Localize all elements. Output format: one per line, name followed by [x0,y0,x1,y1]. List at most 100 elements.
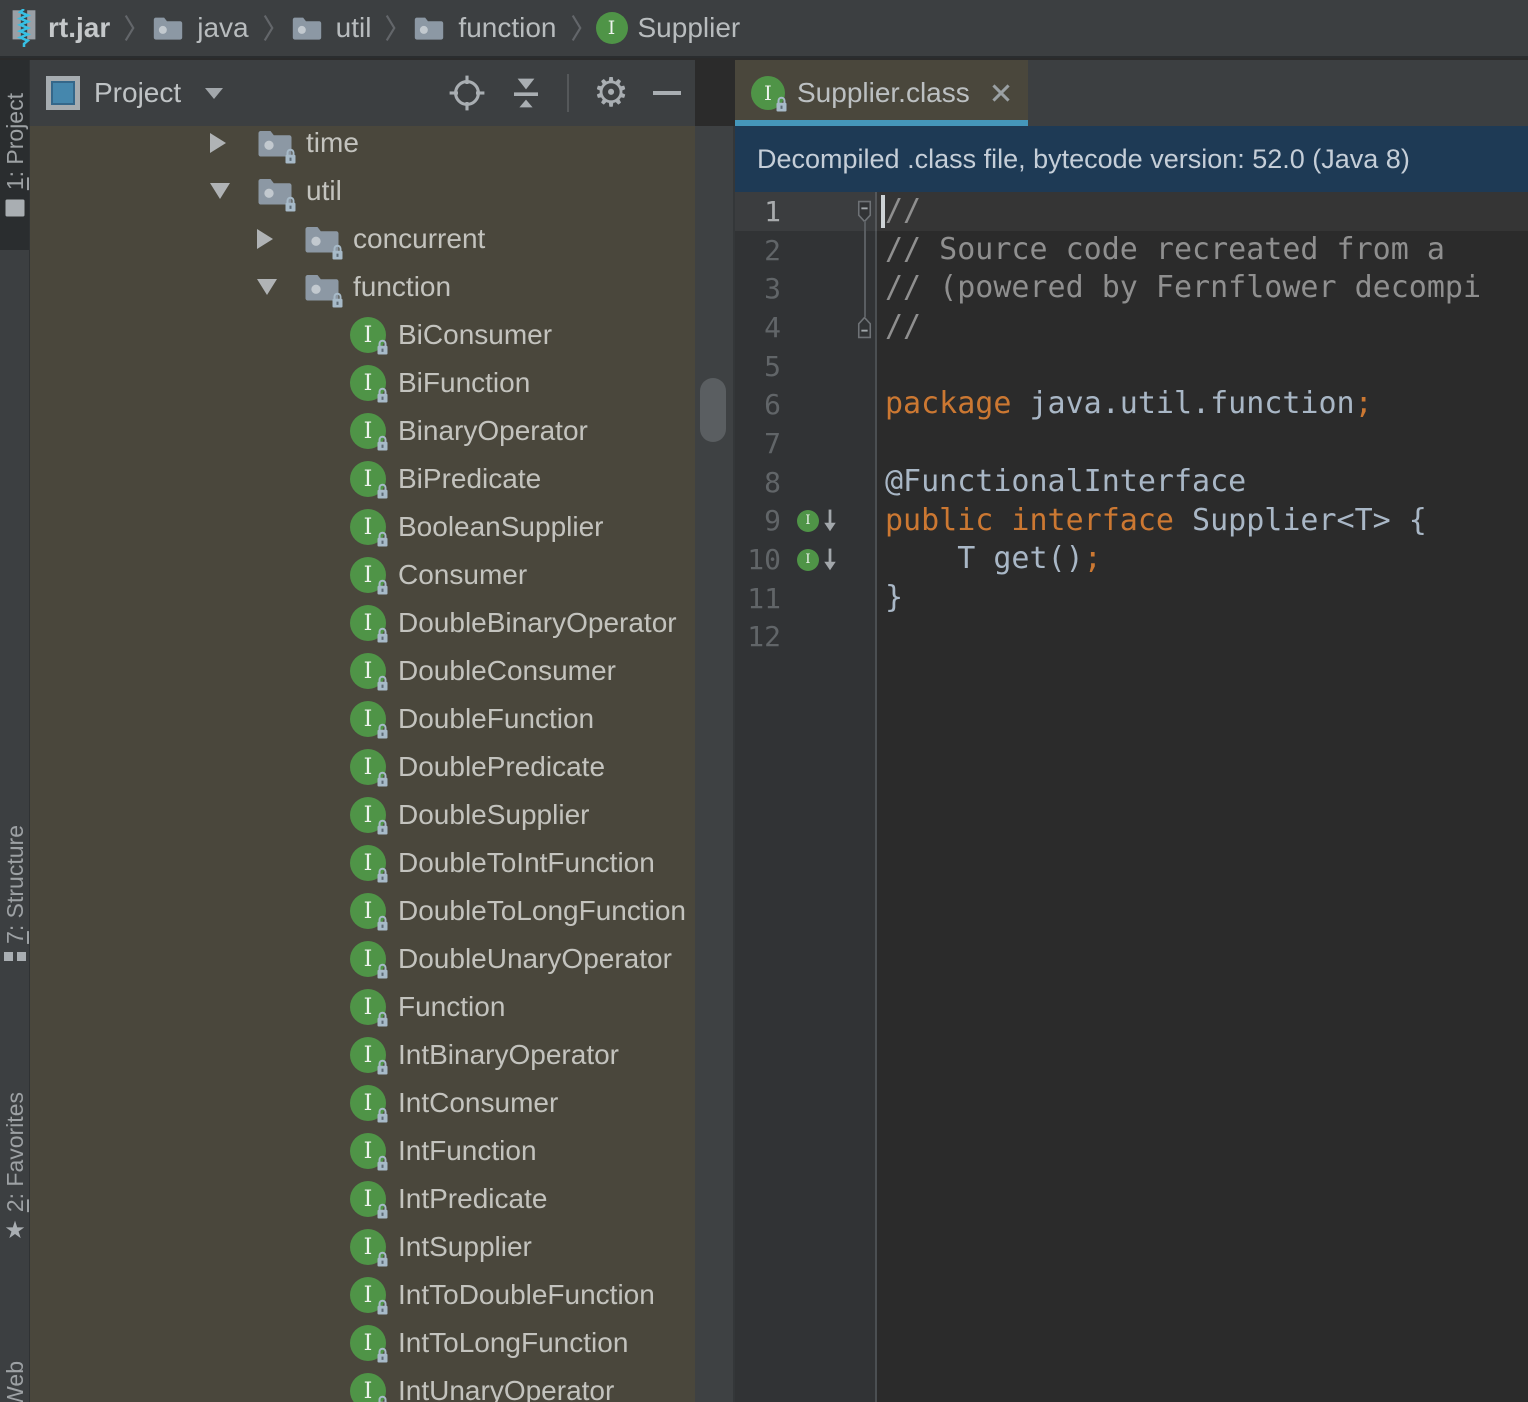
tree-item[interactable]: I IntPredicate [30,1175,695,1223]
tree-item[interactable]: time [30,126,695,167]
tree-item[interactable]: I DoubleConsumer [30,647,695,695]
tree-item[interactable]: I BiPredicate [30,455,695,503]
project-icon [46,76,80,110]
line-number: 3 [764,272,781,306]
interface-icon: I [350,989,388,1027]
tree-item-label: IntBinaryOperator [398,1039,619,1070]
locate-file-button[interactable] [449,75,485,111]
tree-item-label: IntConsumer [398,1087,559,1118]
breadcrumb-separator [263,14,274,42]
tree-item[interactable]: function [30,263,695,311]
code-line: 10 I T get(); [735,540,1528,579]
line-number: 12 [747,620,781,654]
chevron-down-icon[interactable] [210,183,230,199]
tree-item[interactable]: I BinaryOperator [30,407,695,455]
breadcrumb-item[interactable]: util [288,9,371,47]
breadcrumb-item[interactable]: java [149,9,249,47]
tree-item[interactable]: I IntFunction [30,1127,695,1175]
chevron-down-icon [205,87,224,99]
project-tree: time util concurrent function I BiConsumer I Bi… [30,126,695,1402]
tree-item-label: IntPredicate [398,1183,548,1214]
project-panel-header: Project ⚙ [30,60,695,126]
fold-marker-icon[interactable] [856,200,873,223]
tree-item[interactable]: I BiFunction [30,359,695,407]
tree-item[interactable]: I IntToDoubleFunction [30,1271,695,1319]
stripe-tab--project[interactable]: 1: Project [0,60,29,250]
breadcrumb-item[interactable]: I Supplier [595,12,741,44]
fold-marker-icon[interactable] [856,316,873,339]
editor-tab[interactable]: I Supplier.class [735,60,1028,126]
tree-item[interactable]: I Consumer [30,551,695,599]
close-icon[interactable] [990,82,1012,104]
interface-icon: I [797,509,819,532]
tree-item[interactable]: I BiConsumer [30,311,695,359]
tree-item[interactable]: concurrent [30,215,695,263]
interface-icon: I [350,1085,388,1123]
tree-item[interactable]: I DoublePredicate [30,743,695,791]
tree-item[interactable]: util [30,167,695,215]
code-area[interactable]: 1 // 2 // Source code recreated from a 3 // (… [735,192,1528,1402]
line-number: 9 [764,504,781,538]
code-text: // (powered by Fernflower decompi [885,270,1482,306]
code-line: 2 // Source code recreated from a [735,231,1528,270]
lock-icon [375,338,390,356]
tree-item-label: Function [398,991,506,1022]
lock-icon [375,626,390,644]
tree-item-label: BinaryOperator [398,415,588,446]
stripe-tab--favorites[interactable]: 2: Favorites ★ [0,1033,29,1301]
tab-title: Supplier.class [797,77,970,108]
interface-icon: I [350,461,388,499]
chevron-right-icon[interactable] [210,133,226,153]
archive-icon [10,8,38,47]
lock-icon [375,1346,390,1364]
interface-icon: I [350,557,388,595]
breadcrumb-label: Supplier [637,12,741,43]
tree-item[interactable]: I DoubleToIntFunction [30,839,695,887]
chevron-down-icon[interactable] [257,279,277,295]
banner-text: Decompiled .class file, bytecode version… [757,143,1410,174]
project-view-selector[interactable]: Project [46,76,224,110]
breadcrumb-item[interactable]: rt.jar [10,8,110,47]
tree-item[interactable]: I IntConsumer [30,1079,695,1127]
tree-item[interactable]: I IntUnaryOperator [30,1367,695,1402]
lock-icon [375,674,390,692]
lock-icon [375,914,390,932]
tree-item[interactable]: I DoubleSupplier [30,791,695,839]
scrollbar-thumb[interactable] [700,378,726,442]
interface-icon: I [797,548,819,571]
interface-icon: I [350,509,388,547]
tree-item[interactable]: I DoubleToLongFunction [30,887,695,935]
lock-icon [375,818,390,836]
line-number: 5 [764,349,781,383]
tree-item-label: DoubleToLongFunction [398,895,686,926]
implementation-arrow-icon[interactable] [822,547,838,573]
breadcrumb-separator [124,14,135,42]
tree-item-label: IntToDoubleFunction [398,1279,655,1310]
gutter-icon-slot: I [791,547,851,573]
tree-item[interactable]: I DoubleFunction [30,695,695,743]
tree-item[interactable]: I DoubleUnaryOperator [30,935,695,983]
tree-item[interactable]: I IntToLongFunction [30,1319,695,1367]
panel-title: Project [94,77,182,108]
code-text: } [885,579,904,615]
settings-button[interactable]: ⚙ [593,73,629,113]
tree-item[interactable]: I BooleanSupplier [30,503,695,551]
tree-item[interactable]: I IntSupplier [30,1223,695,1271]
hide-panel-button[interactable] [653,91,681,95]
interface-icon: I [350,1037,388,1075]
lock-icon [774,95,789,113]
chevron-right-icon[interactable] [257,229,273,249]
stripe-tab--structure[interactable]: 7: Structure [0,773,29,1015]
interface-icon: I [350,365,388,403]
tree-item[interactable]: I Function [30,983,695,1031]
tree-item[interactable]: I IntBinaryOperator [30,1031,695,1079]
breadcrumb-item[interactable]: function [410,9,557,47]
tree-item[interactable]: I DoubleBinaryOperator [30,599,695,647]
code-text: package java.util.function; [885,386,1373,422]
stripe-tab-web[interactable]: Web [0,1328,29,1402]
collapse-all-button[interactable] [509,75,543,111]
breadcrumb-label: java [197,12,249,43]
tree-item-label: IntFunction [398,1135,537,1166]
divider [567,74,570,112]
implementation-arrow-icon[interactable] [822,508,838,534]
